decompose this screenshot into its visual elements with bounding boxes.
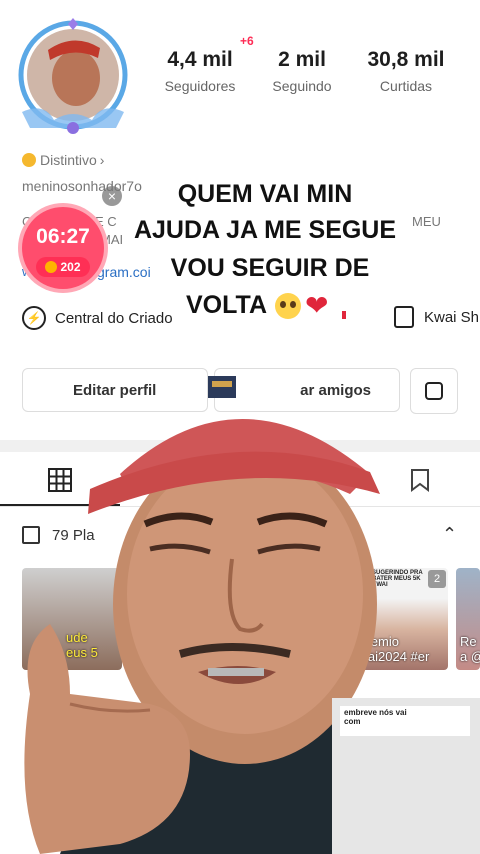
bio-right: MEU [412,214,441,229]
creator-overlay-person [24,376,480,854]
notification-badge: +6 [240,34,254,48]
overlay-caption-line-3: VOU SEGUIR DE [170,254,370,282]
lightning-icon: ⚡ [22,306,46,330]
red-dot-icon [342,310,347,319]
creator-center-label: Central do Criado [55,309,173,327]
shopping-bag-icon [394,306,414,328]
stat-followers-label: Seguidores [164,78,236,94]
overlay-caption-line-2: AJUDA JA ME SEGUE [133,216,397,244]
kwai-shop[interactable]: Kwai Sh [394,306,479,328]
overlay-caption-line-4: VOLTA ❤ [186,287,347,324]
overlay-bottom-caption: embreve nós vai com [344,708,407,726]
stat-likes-value: 30,8 mil [367,48,445,71]
timer-time: 06:27 [36,225,90,248]
coin-icon [45,261,58,273]
pleading-face-icon [275,292,302,319]
coin-pill: 202 [36,257,90,277]
avatar[interactable] [14,16,132,134]
overlay-caption-line-4-text: VOLTA [186,291,268,319]
timer-widget[interactable]: 06:27 202 [22,207,104,289]
stat-likes-label: Curtidas [379,78,433,94]
stat-following-label: Seguindo [272,78,332,94]
stat-following-value: 2 mil [278,48,326,71]
creator-center[interactable]: ⚡ Central do Criado [22,306,173,330]
badge-row[interactable]: Distintivo › [22,152,104,168]
username: meninosonhador7o [22,178,142,194]
bio-link[interactable]: gram.coi [97,264,151,280]
badge-label: Distintivo [40,152,97,168]
stat-following[interactable]: 2 mil Seguindo [262,48,342,94]
kwai-shop-label: Kwai Sh [424,308,480,326]
chevron-right-icon: › [99,152,105,168]
badge-icon [22,153,36,167]
stat-likes[interactable]: 30,8 mil Curtidas [356,48,456,94]
stat-followers-value: 4,4 mil [167,48,233,71]
coin-count: 202 [60,260,81,274]
overlay-caption-line-1: QUEM VAI MIN [177,180,353,208]
red-heart-icon: ❤ [305,289,329,321]
stat-followers[interactable]: 4,4 mil Seguidores [152,48,248,94]
